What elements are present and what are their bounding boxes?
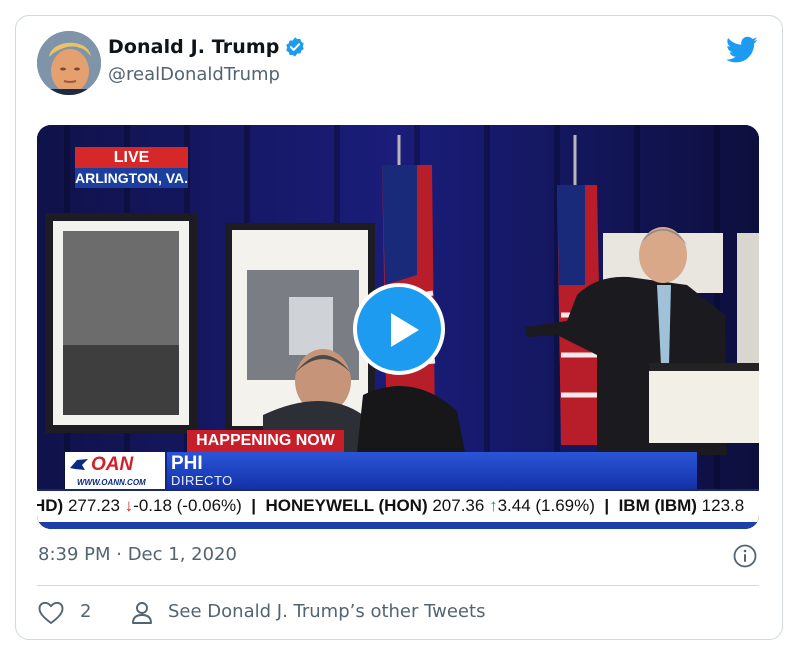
ticker-separator: | [241,496,266,515]
info-icon[interactable] [733,544,757,568]
live-indicator: LIVE ARLINGTON, VA. [75,147,188,188]
lower-third-subline: DIRECTO [171,473,233,488]
ticker-bar [37,522,759,529]
verified-badge-icon [284,36,306,58]
down-arrow-icon: ↓ [124,496,134,515]
see-other-tweets-link[interactable]: See Donald J. Trump’s other Tweets [168,601,485,622]
ticker-symbol: HD) [37,496,64,515]
ticker-symbol: HONEYWELL (HON) [265,496,428,515]
ticker-item: HONEYWELL (HON) 207.36 ↑3.44 (1.69%) [265,496,595,515]
play-icon [391,313,419,347]
ticker-symbol: IBM (IBM) [618,496,697,515]
avatar[interactable] [37,31,101,95]
ticker-separator: | [594,496,619,515]
network-logo-text: OAN [91,454,134,475]
play-button[interactable] [353,283,445,375]
eagle-icon [70,459,88,470]
ticker-item: IBM (IBM) 123.8 [618,496,745,515]
divider [37,585,759,586]
live-label: LIVE [75,147,188,168]
like-count[interactable]: 2 [80,601,91,622]
happening-now-banner: HAPPENING NOW [187,430,344,452]
ticker-item: HD) 277.23 ↓-0.18 (-0.06%) [37,496,242,515]
person-icon [131,601,153,625]
author-display-name[interactable]: Donald J. Trump [108,36,279,58]
twitter-bird-icon[interactable] [726,36,758,64]
ticker-change: -0.18 (-0.06%) [133,496,242,515]
lower-third-headline: PHI [171,453,203,474]
heart-icon[interactable] [38,601,64,625]
author-name-row[interactable]: Donald J. Trump [108,36,306,58]
network-url: WWW.OANN.COM [77,478,146,487]
author-handle[interactable]: @realDonaldTrump [108,64,280,85]
live-location: ARLINGTON, VA. [75,168,189,188]
up-arrow-icon: ↑ [489,496,498,515]
tweet-timestamp[interactable]: 8:39 PM · Dec 1, 2020 [38,544,237,565]
stock-ticker: HD) 277.23 ↓-0.18 (-0.06%) | HONEYWELL (… [37,489,759,522]
ticker-text: HD) 277.23 ↓-0.18 (-0.06%) | HONEYWELL (… [37,496,744,516]
ticker-change: 3.44 (1.69%) [497,496,595,515]
news-lower-third: OAN WWW.OANN.COM PHI DIRECTO [65,452,697,490]
video-player[interactable]: LIVE ARLINGTON, VA. HAPPENING NOW OAN WW… [37,125,759,529]
network-logo: OAN WWW.OANN.COM [65,452,167,490]
